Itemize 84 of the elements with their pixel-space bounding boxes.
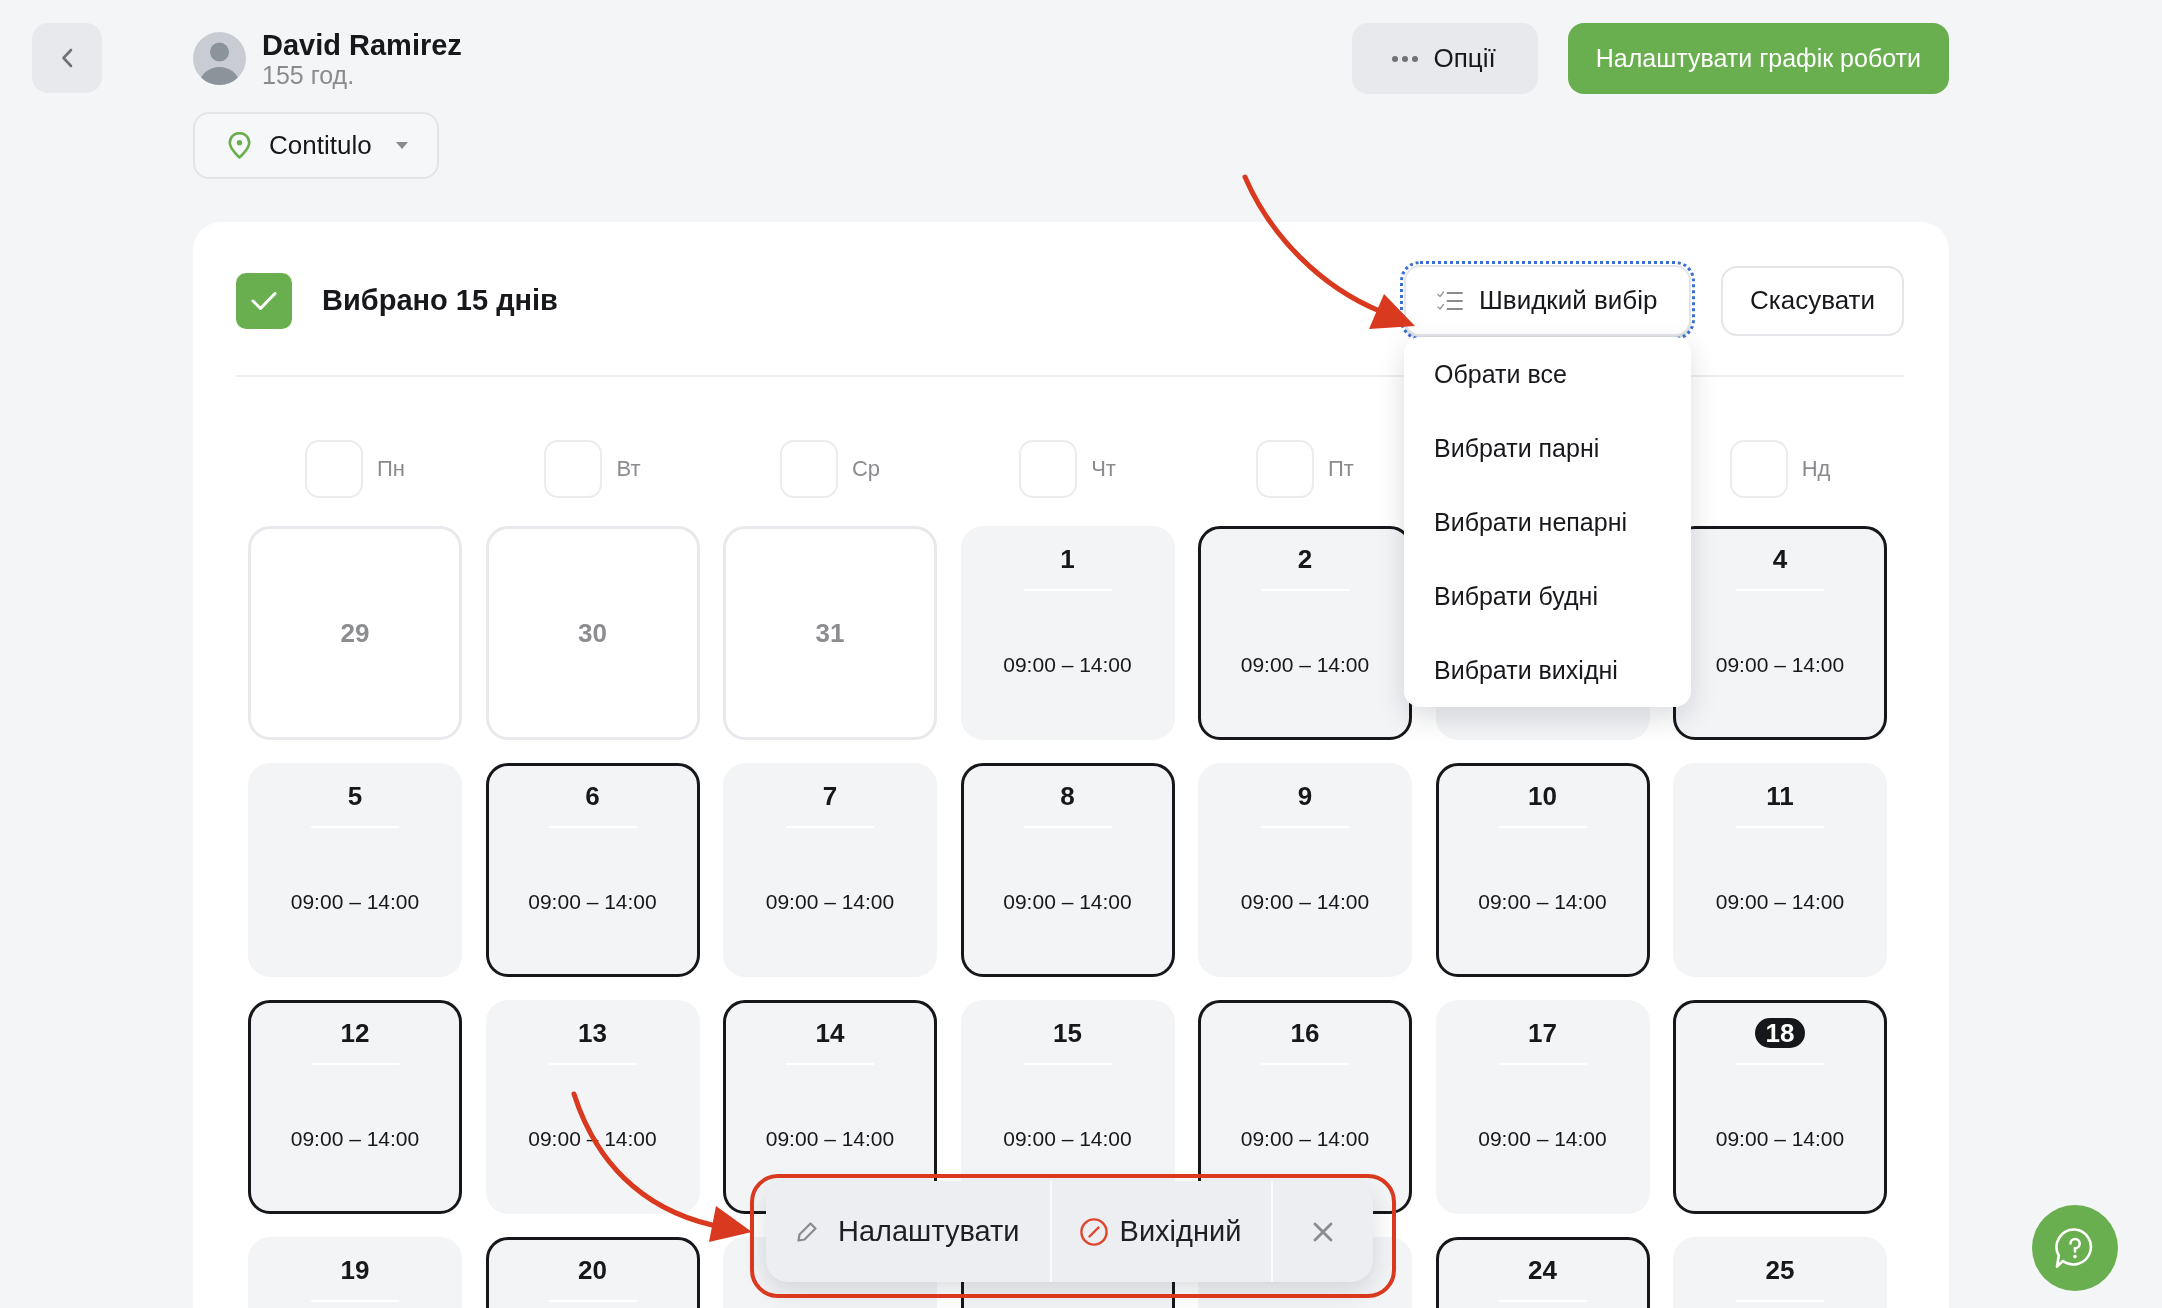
day-number: 13 (578, 1017, 607, 1049)
pencil-icon (796, 1220, 818, 1243)
day-number: 10 (1528, 780, 1557, 812)
day-number: 14 (815, 1017, 845, 1049)
day-number: 17 (1528, 1017, 1557, 1049)
day-cell[interactable]: 1 09:00 – 14:00 (960, 526, 1175, 740)
day-cell[interactable]: 25 (1673, 1237, 1887, 1308)
day-number: 30 (578, 617, 607, 649)
weekday-label: Пн (377, 456, 405, 482)
day-cell[interactable]: 8 09:00 – 14:00 (960, 763, 1175, 977)
selection-count: Вибрано 15 днів (322, 284, 558, 317)
day-cell[interactable]: 2 09:00 – 14:00 (1198, 526, 1412, 740)
day-cell[interactable]: 20 (485, 1237, 700, 1308)
time-range: 09:00 – 14:00 (1478, 1126, 1607, 1152)
time-range: 09:00 – 14:00 (290, 889, 420, 915)
day-number: 29 (340, 617, 370, 649)
close-icon (1313, 1221, 1334, 1242)
day-number: 25 (1765, 1254, 1795, 1286)
day-cell[interactable]: 17 09:00 – 14:00 (1435, 1000, 1650, 1214)
time-range: 09:00 – 14:00 (1715, 889, 1845, 915)
cancel-button[interactable]: Скасувати (1721, 265, 1904, 336)
prohibited-icon (1079, 1217, 1108, 1246)
day-cell[interactable]: 11 09:00 – 14:00 (1673, 763, 1887, 977)
avatar-icon (193, 32, 246, 85)
day-cell[interactable]: 19 (248, 1237, 462, 1308)
day-number: 15 (1053, 1017, 1082, 1049)
time-range: 09:00 – 14:00 (528, 889, 657, 915)
day-number: 16 (1290, 1017, 1320, 1049)
select-all-checkbox[interactable] (236, 272, 292, 329)
day-number: 31 (815, 617, 845, 649)
day-number: 5 (347, 780, 363, 812)
checklist-icon (1437, 289, 1463, 312)
time-range: 09:00 – 14:00 (290, 1126, 420, 1152)
person-name: David Ramirez (262, 28, 462, 61)
day-off-button[interactable]: Вихідний (1051, 1181, 1272, 1282)
hours-total: 155 год. (262, 60, 356, 89)
day-cell[interactable]: 10 09:00 – 14:00 (1435, 763, 1650, 977)
caret-down-icon (395, 142, 408, 149)
time-range: 09:00 – 14:00 (765, 889, 895, 915)
day-number: 9 (1297, 780, 1313, 812)
day-cell[interactable]: 12 09:00 – 14:00 (248, 1000, 462, 1214)
time-range: 09:00 – 14:00 (1003, 889, 1132, 915)
time-range: 09:00 – 14:00 (765, 1126, 895, 1152)
day-number: 24 (1528, 1254, 1557, 1286)
more-dots-icon (1391, 55, 1418, 62)
day-number: 18 (1754, 1018, 1806, 1048)
day-number: 1 (1060, 543, 1075, 575)
day-number: 19 (340, 1254, 370, 1286)
day-cell[interactable]: 4 09:00 – 14:00 (1673, 526, 1887, 740)
weekday-label: Вт (616, 456, 641, 482)
day-cell[interactable]: 5 09:00 – 14:00 (248, 763, 462, 977)
weekday-label: Пт (1328, 456, 1354, 482)
day-number: 8 (1060, 780, 1075, 812)
day-number: 11 (1766, 780, 1794, 812)
day-cell[interactable]: 9 09:00 – 14:00 (1198, 763, 1412, 977)
weekday-label: Ср (851, 456, 881, 482)
time-range: 09:00 – 14:00 (1715, 652, 1845, 678)
day-cell[interactable]: 7 09:00 – 14:00 (723, 763, 937, 977)
time-range: 09:00 – 14:00 (1003, 1126, 1132, 1152)
time-range: 09:00 – 14:00 (1478, 889, 1607, 915)
day-cell[interactable]: 24 (1435, 1237, 1650, 1308)
location-dropdown[interactable]: Contitulo (193, 112, 439, 179)
location-pin-icon (228, 132, 251, 159)
day-number: 2 (1297, 543, 1313, 575)
weekday-label: Чт (1091, 456, 1116, 482)
day-number: 6 (585, 780, 600, 812)
weekday-label: Нд (1801, 456, 1831, 482)
menu-item[interactable]: Обрати все (1404, 337, 1691, 411)
time-range: 09:00 – 14:00 (1240, 1126, 1370, 1152)
menu-item[interactable]: Вибрати парні (1404, 411, 1691, 485)
back-button[interactable] (32, 23, 102, 93)
time-range: 09:00 – 14:00 (1240, 652, 1370, 678)
day-number: 20 (578, 1254, 607, 1286)
options-button[interactable]: Опції (1351, 23, 1538, 94)
time-range: 09:00 – 14:00 (1240, 889, 1370, 915)
day-cell[interactable]: 18 09:00 – 14:00 (1673, 1000, 1887, 1214)
chevron-left-icon (61, 48, 73, 68)
day-number: 12 (340, 1017, 370, 1049)
time-range: 09:00 – 14:00 (1003, 652, 1132, 678)
time-range: 09:00 – 14:00 (1715, 1126, 1845, 1152)
day-cell[interactable]: 6 09:00 – 14:00 (485, 763, 700, 977)
checkmark-icon (251, 290, 277, 311)
day-number: 4 (1772, 543, 1788, 575)
day-number: 7 (822, 780, 838, 812)
